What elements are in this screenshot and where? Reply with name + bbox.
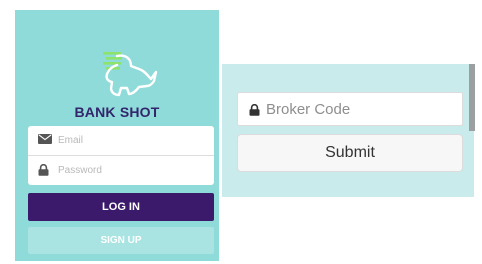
password-input[interactable] [58, 162, 208, 178]
brand-title: BANK SHOT [74, 104, 160, 120]
rhino-logo-icon [103, 52, 158, 97]
login-button[interactable]: LOG IN [28, 193, 214, 221]
envelope-icon [38, 134, 52, 144]
broker-code-field [237, 92, 463, 126]
scrollbar[interactable] [469, 64, 475, 131]
login-fields [28, 126, 214, 185]
password-row [28, 156, 214, 185]
lock-icon [249, 104, 260, 116]
broker-panel: Submit [222, 64, 474, 197]
signup-button[interactable]: SIGN UP [28, 227, 214, 254]
login-panel: BANK SHOT LOG IN SIGN UP [15, 10, 219, 261]
lock-icon [38, 164, 49, 176]
broker-code-input[interactable] [266, 99, 456, 119]
email-row [28, 126, 214, 156]
submit-button[interactable]: Submit [237, 134, 463, 172]
email-input[interactable] [58, 132, 208, 148]
